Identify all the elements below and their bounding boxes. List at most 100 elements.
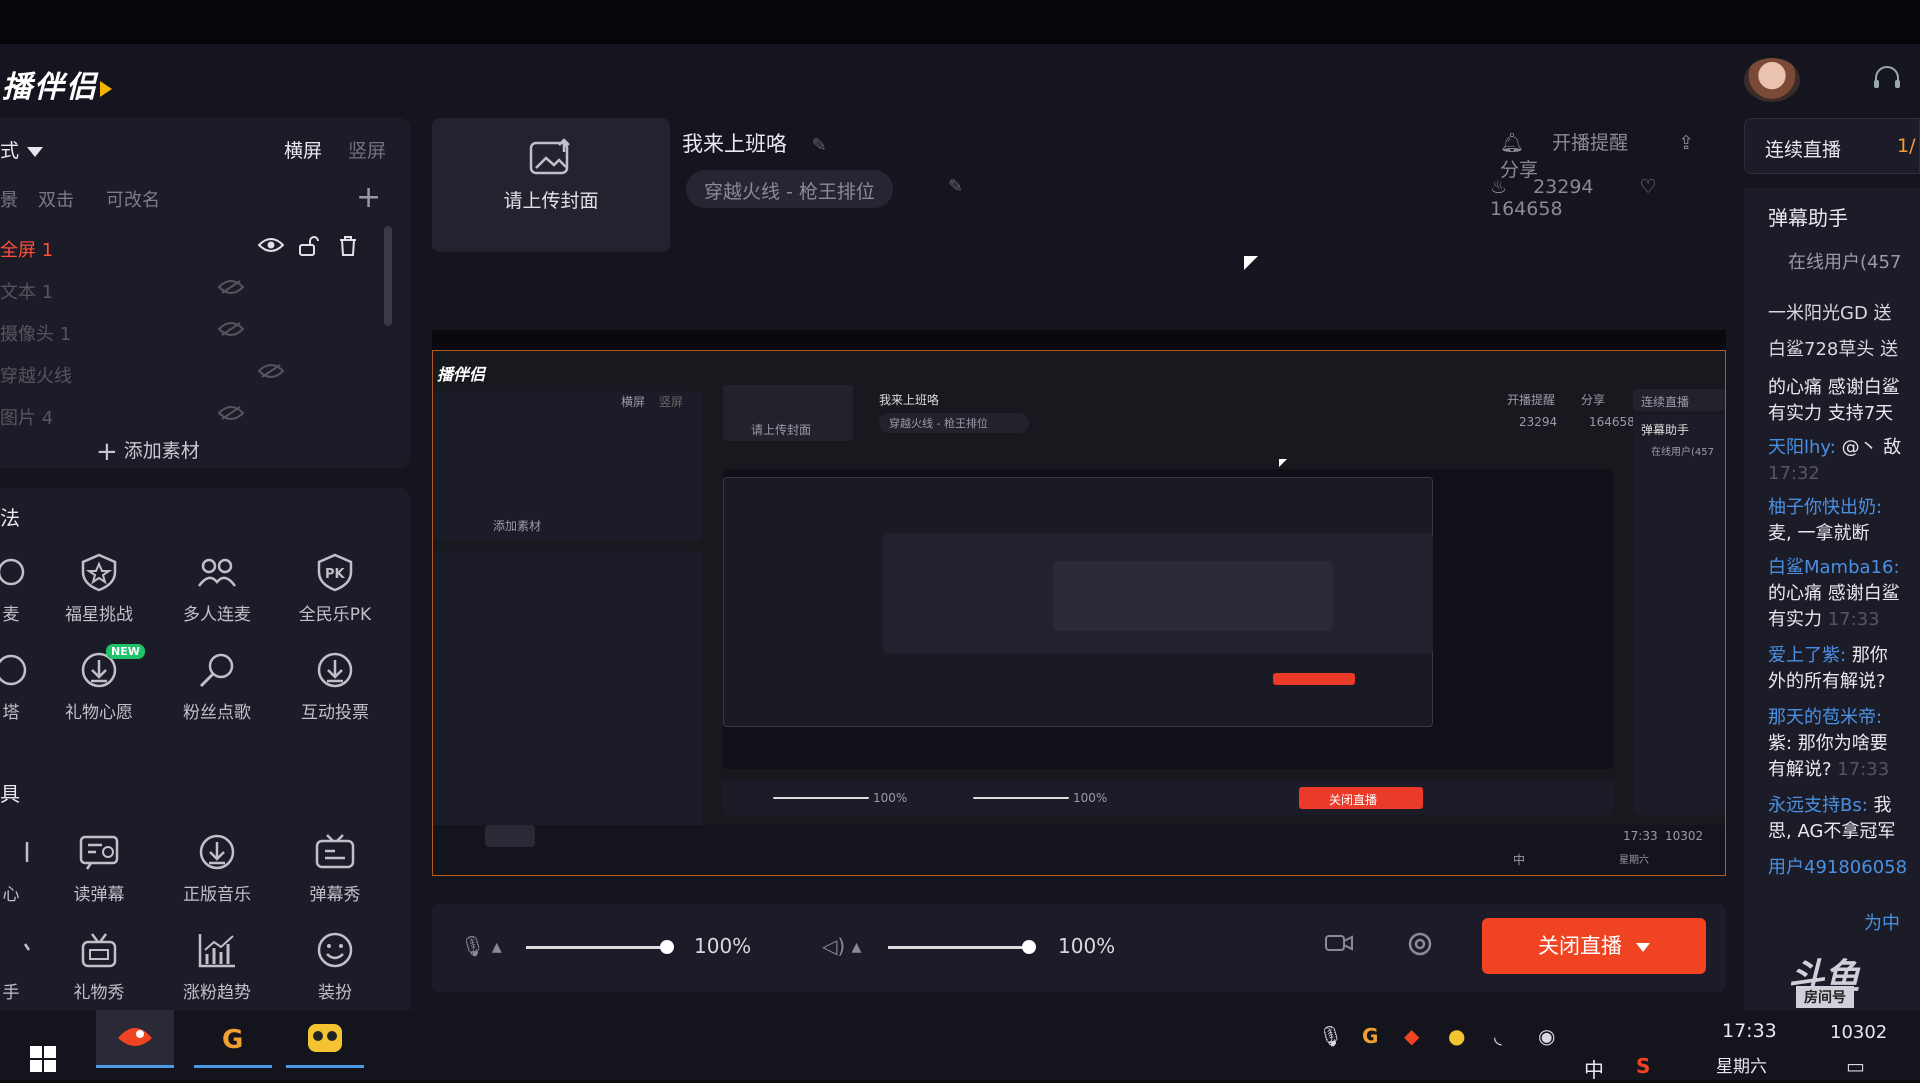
stream-preview[interactable]: 播伴侣 横屏 竖屏 添加素材 请上传封面 我来上班咯 穿越火线 - 枪王排位 开…	[432, 330, 1726, 876]
logo-text: 播伴侣	[2, 70, 98, 105]
settings-icon[interactable]	[1406, 930, 1434, 964]
eye-hidden-icon[interactable]	[217, 404, 245, 424]
message-user[interactable]: 那天的苞米帝:	[1768, 707, 1882, 728]
tool-pk[interactable]: PK 全民乐PK	[280, 552, 390, 625]
mic-volume-slider[interactable]	[526, 946, 666, 949]
tool-label: 塔	[2, 703, 20, 723]
eye-hidden-icon[interactable]	[217, 278, 245, 298]
add-material-button[interactable]: + 添加素材	[96, 436, 200, 467]
play-section-title: 法	[0, 506, 20, 530]
tool-fuxing-challenge[interactable]: 福星挑战	[44, 552, 154, 625]
danmu-message: 17:32	[1768, 462, 1820, 486]
unlock-icon[interactable]	[298, 236, 324, 256]
preview-vol1: 100%	[873, 791, 908, 805]
tool-dress-up[interactable]: 装扮	[280, 930, 390, 1003]
tray-panda-icon[interactable]: ●	[1448, 1024, 1465, 1048]
source-item[interactable]: 穿越火线	[0, 352, 384, 394]
tool-multi-link[interactable]: 多人连麦	[162, 552, 272, 625]
scene-tab[interactable]: 双击	[38, 186, 74, 212]
eye-icon[interactable]	[257, 236, 285, 256]
mode-label: 式	[0, 140, 20, 162]
taskbar-weekday[interactable]: 星期六	[1716, 1052, 1767, 1077]
mode-dropdown[interactable]: 式	[0, 136, 44, 163]
speaker-volume-slider[interactable]	[888, 946, 1028, 949]
online-users[interactable]: 在线用户(457	[1788, 248, 1901, 274]
tool-label: 心	[2, 885, 20, 905]
tool-read-danmu[interactable]: 读弹幕	[44, 832, 154, 905]
taskbar-app-g[interactable]: G	[194, 1010, 272, 1068]
source-name: 文本 1	[0, 282, 54, 303]
source-item[interactable]: 图片 4	[0, 394, 384, 436]
taskbar-app-bird[interactable]	[96, 1010, 174, 1068]
message-user[interactable]: 爱上了紫:	[1768, 645, 1846, 666]
eye-hidden-icon[interactable]	[257, 362, 285, 382]
vertical-screen-tab[interactable]: 竖屏	[348, 136, 386, 163]
stop-live-button[interactable]: 关闭直播	[1482, 918, 1706, 974]
trash-icon[interactable]	[338, 236, 364, 256]
source-item[interactable]: 摄像头 1	[0, 310, 384, 352]
speaker-volume-knob[interactable]	[1022, 940, 1036, 954]
edit-title-icon[interactable]: ✎	[812, 135, 832, 156]
app-logo: 播伴侣	[2, 62, 112, 106]
scene-tab[interactable]: 可改名	[106, 186, 160, 212]
add-scene-icon[interactable]: +	[356, 180, 381, 215]
remind-button[interactable]: 🔔︎ 开播提醒	[1500, 132, 1650, 154]
scene-tab[interactable]: 景	[0, 186, 18, 212]
message-user[interactable]: 永远支持Bs:	[1768, 795, 1868, 816]
preview-weekday: 星期六	[1619, 855, 1649, 866]
category-pill[interactable]: 穿越火线 - 枪王排位	[686, 170, 893, 208]
message-user[interactable]: 柚子你快出奶:	[1768, 497, 1882, 518]
source-scrollbar[interactable]	[384, 226, 392, 326]
preview-danmu-panel	[1633, 415, 1725, 815]
message-user[interactable]: 用户491806058	[1768, 857, 1907, 878]
preview-stop: 关闭直播	[1329, 793, 1378, 807]
trend-chart-icon	[195, 930, 239, 970]
message-user[interactable]: 天阳lhy:	[1768, 437, 1836, 458]
smile-icon	[313, 930, 357, 970]
source-item[interactable]: 全屏 1	[0, 226, 384, 268]
gift-show-icon	[77, 930, 121, 970]
message-user[interactable]: 白鲨Mamba16:	[1768, 557, 1900, 578]
message-text: 有解说?	[1768, 759, 1832, 780]
microphone-icon[interactable]: 🎙︎ ▴	[460, 934, 502, 958]
windows-start-icon[interactable]	[30, 1046, 58, 1074]
tool-music[interactable]: 正版音乐	[162, 832, 272, 905]
tool-gift-wish[interactable]: NEW 礼物心愿	[44, 644, 154, 723]
notification-icon[interactable]: ▭	[1846, 1054, 1865, 1078]
mic-volume-knob[interactable]	[660, 940, 674, 954]
continuous-live-toggle[interactable]: 连续直播 1/	[1744, 118, 1920, 174]
upload-cover-button[interactable]: 请上传封面	[432, 118, 670, 252]
tray-eye-icon[interactable]: ◉	[1538, 1024, 1555, 1048]
scene-tabs: 景 双击 可改名 +	[0, 180, 400, 215]
tray-bird-icon[interactable]: ◆	[1404, 1024, 1419, 1048]
left-panel: 式 横屏 竖屏 景 双击 可改名 + 全屏 1 文本 1 摄像头 1 穿越火线 …	[0, 118, 412, 1018]
preview-slider-1	[773, 797, 869, 799]
source-item[interactable]: 文本 1	[0, 268, 384, 310]
speaker-icon[interactable]: ◁) ▴	[822, 934, 862, 958]
headset-icon[interactable]	[1872, 66, 1904, 94]
tool-trend[interactable]: 涨粉趋势	[162, 930, 272, 1003]
taskbar-room-number: 10302	[1830, 1022, 1888, 1043]
bell-icon: 🔔︎	[1500, 132, 1531, 154]
edit-category-icon[interactable]: ✎	[948, 176, 963, 197]
tool-gift-show[interactable]: 礼物秀	[44, 930, 154, 1003]
preview-category: 穿越火线 - 枪王排位	[889, 417, 988, 430]
tool-vote[interactable]: 互动投票	[280, 650, 390, 723]
svg-text:G: G	[222, 1025, 243, 1055]
tray-g-icon[interactable]: G	[1362, 1024, 1378, 1048]
camera-icon[interactable]	[1324, 932, 1354, 960]
horizontal-screen-tab[interactable]: 横屏	[284, 136, 322, 163]
tray-network-icon[interactable]: ◟	[1494, 1024, 1502, 1048]
tray-sogou-icon[interactable]: S	[1636, 1054, 1650, 1078]
tool-fan-song[interactable]: 粉丝点歌	[162, 650, 272, 723]
tool-danmu-show[interactable]: 弹幕秀	[280, 832, 390, 905]
eye-hidden-icon[interactable]	[217, 320, 245, 340]
ime-indicator[interactable]: 中	[1584, 1054, 1604, 1083]
taskbar-clock[interactable]: 17:33	[1722, 1020, 1777, 1042]
user-avatar[interactable]	[1744, 58, 1800, 102]
tray-mic-icon[interactable]: 🎙︎	[1318, 1024, 1343, 1048]
taskbar-app-panda[interactable]	[286, 1010, 364, 1068]
pk-icon: PK	[313, 552, 357, 592]
danmu-message: 白鲨Mamba16:	[1768, 556, 1900, 580]
preview-screen-v: 竖屏	[659, 395, 684, 409]
